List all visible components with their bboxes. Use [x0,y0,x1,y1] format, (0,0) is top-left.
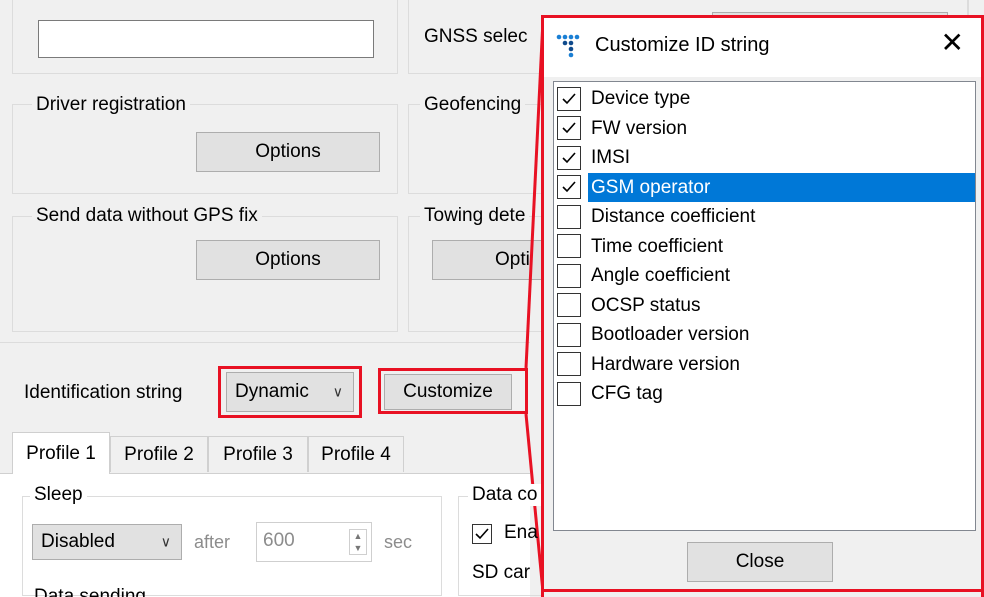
tab-profile-1[interactable]: Profile 1 [12,432,110,474]
item-checkbox[interactable] [557,263,581,288]
enable-label: Ena [504,522,538,543]
tab-profile-3[interactable]: Profile 3 [208,436,308,472]
item-label: Time coefficient [591,235,723,257]
list-item[interactable]: Time coefficient [554,232,975,261]
item-label: Bootloader version [591,324,750,345]
item-label: IMSI [591,147,631,168]
customize-button[interactable]: Customize [384,374,512,410]
checkmark-icon [562,122,576,134]
item-checkbox[interactable] [557,145,581,170]
top-region-divider [0,342,530,343]
sleep-unit-label: sec [384,532,413,552]
driver-registration-options-button[interactable]: Options [196,132,380,172]
item-checkbox[interactable] [557,322,581,347]
dialog-highlight-bottom [541,589,981,592]
stepper-arrows-icon[interactable]: ▲ ▼ [349,529,367,555]
item-checkbox[interactable] [557,204,581,229]
chevron-down-icon: ∨ [160,533,171,550]
item-checkbox[interactable] [557,175,581,199]
tab-label: Profile 3 [223,443,293,465]
item-checkbox[interactable] [557,352,581,376]
item-label: GSM operator [588,172,975,202]
sleep-timeout-value: 600 [263,530,295,551]
list-item[interactable]: Angle coefficient [554,261,975,290]
data-sending-title: Data sending [34,586,146,597]
item-label: OCSP status [591,294,701,316]
dialog-title: Customize ID string [595,34,770,56]
gnss-label: GNSS selec [424,26,528,47]
close-icon[interactable]: ✕ [941,29,964,57]
list-item[interactable]: FW version [554,114,975,143]
list-item[interactable]: CFG tag [554,379,975,408]
item-label: Device type [591,88,691,109]
list-item[interactable]: IMSI [554,143,975,172]
customize-id-dialog: Customize ID string ✕ Device type FW vers… [541,15,984,597]
sleep-mode-value: Disabled [41,531,115,552]
identification-label: Identification string [24,382,183,403]
sd-card-label: SD car [472,562,531,583]
dialog-titlebar: Customize ID string ✕ [541,15,984,77]
list-item[interactable]: GSM operator [554,172,975,202]
item-label: CFG tag [591,383,663,404]
item-label: Angle coefficient [591,265,731,286]
chevron-down-icon: ∨ [332,383,343,400]
checkmark-icon [562,151,576,163]
list-item[interactable]: OCSP status [554,291,975,320]
tab-profile-2[interactable]: Profile 2 [110,436,208,472]
top-text-input[interactable] [38,20,374,58]
id-fields-list[interactable]: Device type FW version IMSI GSM operator Dis… [553,81,976,531]
item-label: FW version [591,117,688,139]
sleep-after-label: after [194,532,231,552]
geofencing-title: Geofencing [420,94,526,116]
towing-title: Towing dete [420,205,530,227]
tab-label: Profile 1 [26,442,96,464]
list-item[interactable]: Distance coefficient [554,202,975,231]
sleep-mode-combo[interactable]: Disabled ∨ [32,524,182,560]
send-without-gps-title: Send data without GPS fix [32,205,262,227]
identification-combo-value: Dynamic [235,381,309,402]
app-logo-icon [556,34,580,58]
list-item[interactable]: Bootloader version [554,320,975,349]
data-collection-title: Data co [468,484,542,506]
item-checkbox[interactable] [557,234,581,258]
checkmark-icon [562,92,576,104]
checkmark-icon [562,181,576,193]
item-checkbox[interactable] [557,293,581,317]
sleep-timeout-stepper[interactable]: 600 ▲ ▼ [256,522,372,562]
send-without-gps-options-button[interactable]: Options [196,240,380,280]
tab-label: Profile 4 [321,443,391,465]
checkmark-icon [475,528,489,540]
item-checkbox[interactable] [557,381,581,406]
item-checkbox[interactable] [557,86,581,111]
enable-checkbox[interactable] [472,524,492,544]
dialog-close-button[interactable]: Close [687,542,833,582]
item-label: Hardware version [591,353,740,375]
identification-combo[interactable]: Dynamic ∨ [226,372,354,412]
driver-registration-title: Driver registration [32,94,190,116]
tab-profile-4[interactable]: Profile 4 [308,436,404,472]
list-item[interactable]: Device type [554,84,975,113]
tab-label: Profile 2 [124,443,194,465]
sleep-title: Sleep [30,484,87,506]
list-item[interactable]: Hardware version [554,350,975,379]
item-checkbox[interactable] [557,116,581,140]
item-label: Distance coefficient [591,206,756,227]
